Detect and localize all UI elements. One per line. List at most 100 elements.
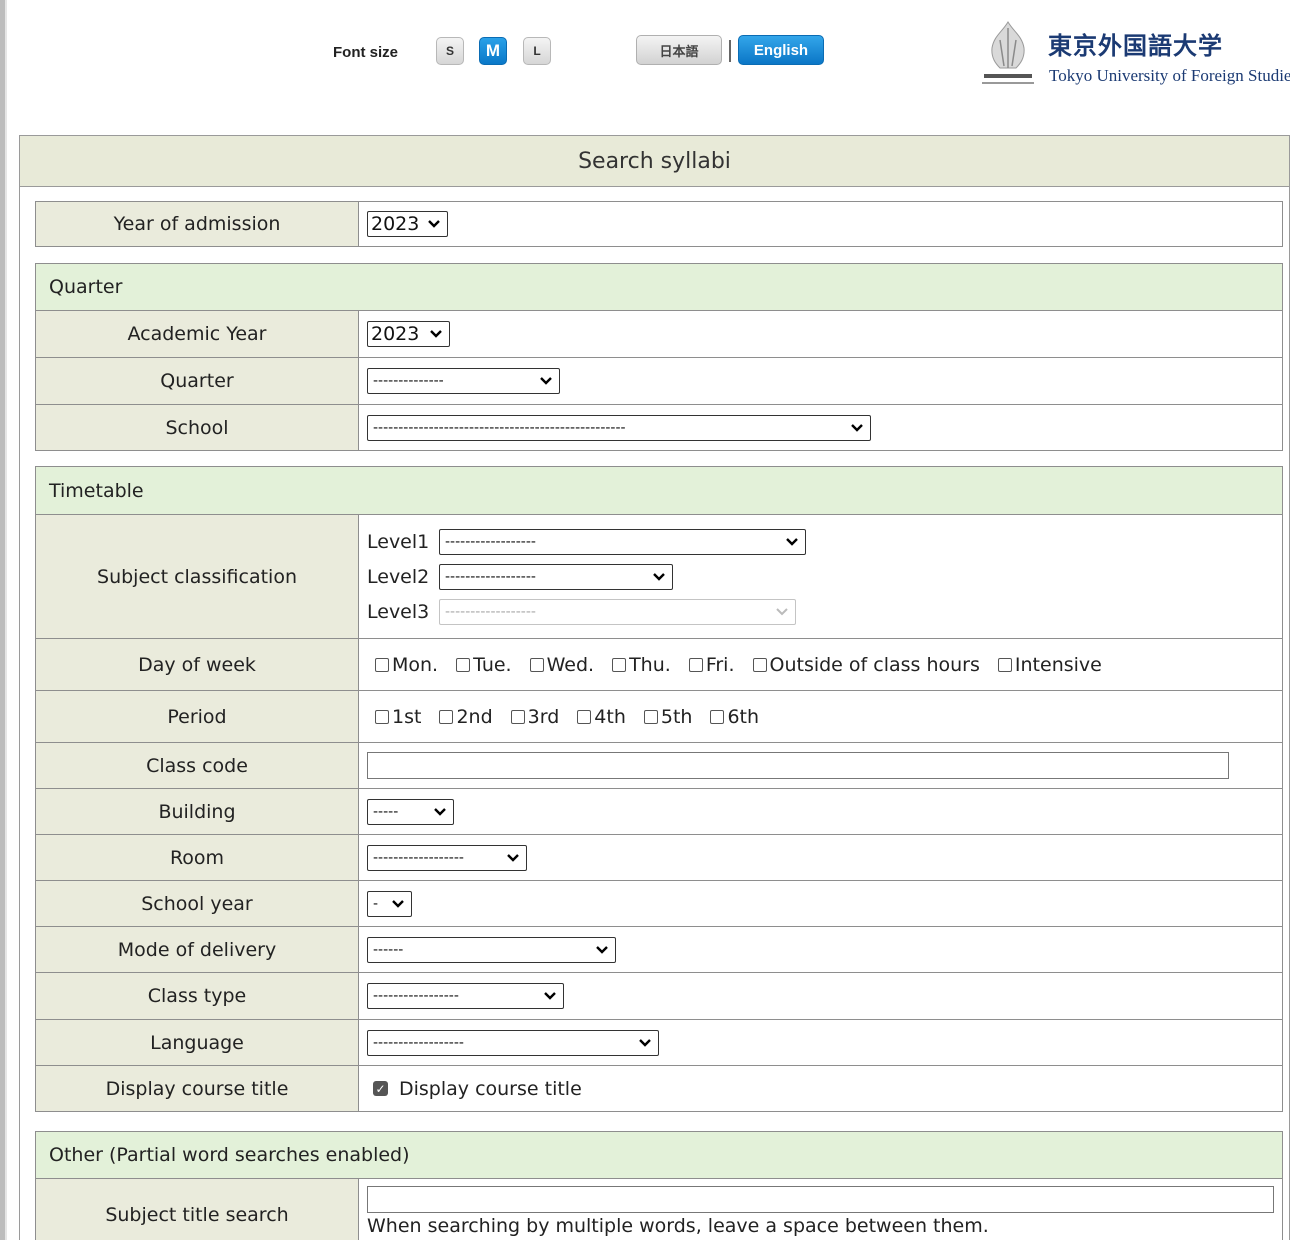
chevron-down-icon [849, 420, 865, 436]
chevron-down-icon [542, 988, 558, 1004]
chevron-down-icon [505, 850, 521, 866]
building-select[interactable]: ----- [367, 798, 454, 825]
school-select[interactable]: ----------------------------------------… [367, 414, 871, 441]
building-value: ----- [373, 803, 399, 820]
class-type-select[interactable]: ----------------- [367, 983, 564, 1009]
subject-title-search-input[interactable] [367, 1186, 1274, 1213]
chevron-down-icon [594, 942, 610, 958]
font-size-large-button[interactable]: L [523, 37, 551, 65]
academic-year-select[interactable]: 2023 [367, 321, 450, 347]
search-panel: Search syllabi Year of admission 2023 Qu… [19, 135, 1290, 1240]
level1-value: ------------------ [445, 533, 536, 550]
level1-select[interactable]: ------------------ [439, 528, 806, 555]
day-of-week-checkboxes: Mon. Tue. Wed. Thu. Fri. Outside of clas… [367, 654, 1282, 676]
period-1st-checkbox[interactable]: 1st [367, 706, 421, 728]
room-select[interactable]: ------------------ [367, 844, 527, 871]
header: Font size S M L 日本語 English 東京外国語大学 Toky… [0, 0, 1290, 110]
page-title: Search syllabi [20, 136, 1289, 187]
level3-value: ------------------ [445, 603, 536, 620]
room-label: Room [35, 834, 359, 881]
year-of-admission-label: Year of admission [35, 201, 359, 247]
school-year-select[interactable]: - [367, 890, 412, 917]
level2-row: Level2 ------------------ [367, 559, 1282, 594]
chevron-down-icon [784, 534, 800, 550]
quarter-select[interactable]: -------------- [367, 368, 560, 394]
academic-year-label: Academic Year [35, 310, 359, 358]
year-of-admission-value: 2023 [371, 213, 420, 235]
checkmark-icon: ✓ [373, 1081, 388, 1096]
school-year-value: - [373, 895, 379, 912]
window-left-border [0, 0, 7, 1240]
level2-label: Level2 [367, 565, 430, 588]
mode-of-delivery-value: ------ [373, 941, 404, 958]
class-type-value: ----------------- [373, 988, 459, 1004]
day-intensive-checkbox[interactable]: Intensive [990, 654, 1102, 676]
chevron-down-icon [651, 569, 667, 585]
subject-title-search-label: Subject title search [35, 1178, 359, 1240]
language-select[interactable]: ------------------ [367, 1029, 659, 1056]
day-fri-checkbox[interactable]: Fri. [681, 654, 735, 676]
year-of-admission-select[interactable]: 2023 [367, 211, 448, 237]
language-separator [729, 40, 731, 62]
font-size-label: Font size [333, 44, 399, 61]
period-2nd-checkbox[interactable]: 2nd [431, 706, 493, 728]
language-label: Language [35, 1019, 359, 1066]
class-code-input[interactable] [367, 752, 1229, 779]
chevron-down-icon [432, 804, 448, 820]
language-english-button[interactable]: English [738, 35, 824, 65]
chevron-down-icon [774, 604, 790, 620]
quarter-label: Quarter [35, 357, 359, 405]
chevron-down-icon [538, 373, 554, 389]
quarter-table: Quarter Academic Year 2023 Quarter -----… [35, 263, 1283, 451]
font-size-small-button[interactable]: S [436, 37, 464, 65]
level3-label: Level3 [367, 600, 430, 623]
quarter-value: -------------- [373, 373, 444, 389]
period-4th-checkbox[interactable]: 4th [569, 706, 626, 728]
period-3rd-checkbox[interactable]: 3rd [503, 706, 559, 728]
timetable-section-heading: Timetable [35, 466, 1283, 515]
level1-label: Level1 [367, 530, 430, 553]
period-label: Period [35, 690, 359, 743]
chevron-down-icon [426, 216, 442, 232]
chevron-down-icon [428, 326, 444, 342]
university-name-japanese: 東京外国語大学 [1048, 32, 1223, 60]
other-section-heading: Other (Partial word searches enabled) [35, 1131, 1283, 1179]
class-code-label: Class code [35, 742, 359, 789]
day-outside-hours-checkbox[interactable]: Outside of class hours [745, 654, 980, 676]
period-checkboxes: 1st 2nd 3rd 4th 5th 6th [367, 706, 1282, 728]
period-5th-checkbox[interactable]: 5th [636, 706, 692, 728]
class-type-label: Class type [35, 972, 359, 1020]
day-thu-checkbox[interactable]: Thu. [604, 654, 671, 676]
day-of-week-label: Day of week [35, 638, 359, 691]
level1-row: Level1 ------------------ [367, 524, 1282, 559]
period-6th-checkbox[interactable]: 6th [702, 706, 759, 728]
university-emblem-icon [978, 18, 1038, 90]
university-name-english: Tokyo University of Foreign Studies [1049, 66, 1290, 85]
day-tue-checkbox[interactable]: Tue. [448, 654, 512, 676]
admission-table: Year of admission 2023 [35, 201, 1283, 247]
font-size-medium-button[interactable]: M [479, 37, 507, 65]
chevron-down-icon [390, 896, 406, 912]
day-mon-checkbox[interactable]: Mon. [367, 654, 438, 676]
level2-select[interactable]: ------------------ [439, 563, 673, 590]
timetable-table: Timetable Subject classification Level1 … [35, 466, 1283, 1112]
quarter-section-heading: Quarter [35, 263, 1283, 311]
subject-classification-label: Subject classification [35, 514, 359, 639]
school-label: School [35, 404, 359, 451]
mode-of-delivery-label: Mode of delivery [35, 926, 359, 973]
subject-title-search-hint: When searching by multiple words, leave … [367, 1215, 989, 1237]
school-year-label: School year [35, 880, 359, 927]
level3-row: Level3 ------------------ [367, 594, 1282, 629]
day-wed-checkbox[interactable]: Wed. [522, 654, 594, 676]
display-course-title-label: Display course title [35, 1065, 359, 1112]
language-japanese-button[interactable]: 日本語 [636, 35, 722, 65]
school-value: ----------------------------------------… [373, 419, 626, 436]
language-value: ------------------ [373, 1034, 464, 1051]
display-course-title-checkbox-label: Display course title [399, 1077, 582, 1100]
academic-year-value: 2023 [371, 323, 420, 345]
level3-select: ------------------ [439, 598, 796, 625]
mode-of-delivery-select[interactable]: ------ [367, 936, 616, 963]
display-course-title-checkbox[interactable]: ✓ Display course title [367, 1078, 1282, 1100]
level2-value: ------------------ [445, 568, 536, 585]
chevron-down-icon [637, 1035, 653, 1051]
